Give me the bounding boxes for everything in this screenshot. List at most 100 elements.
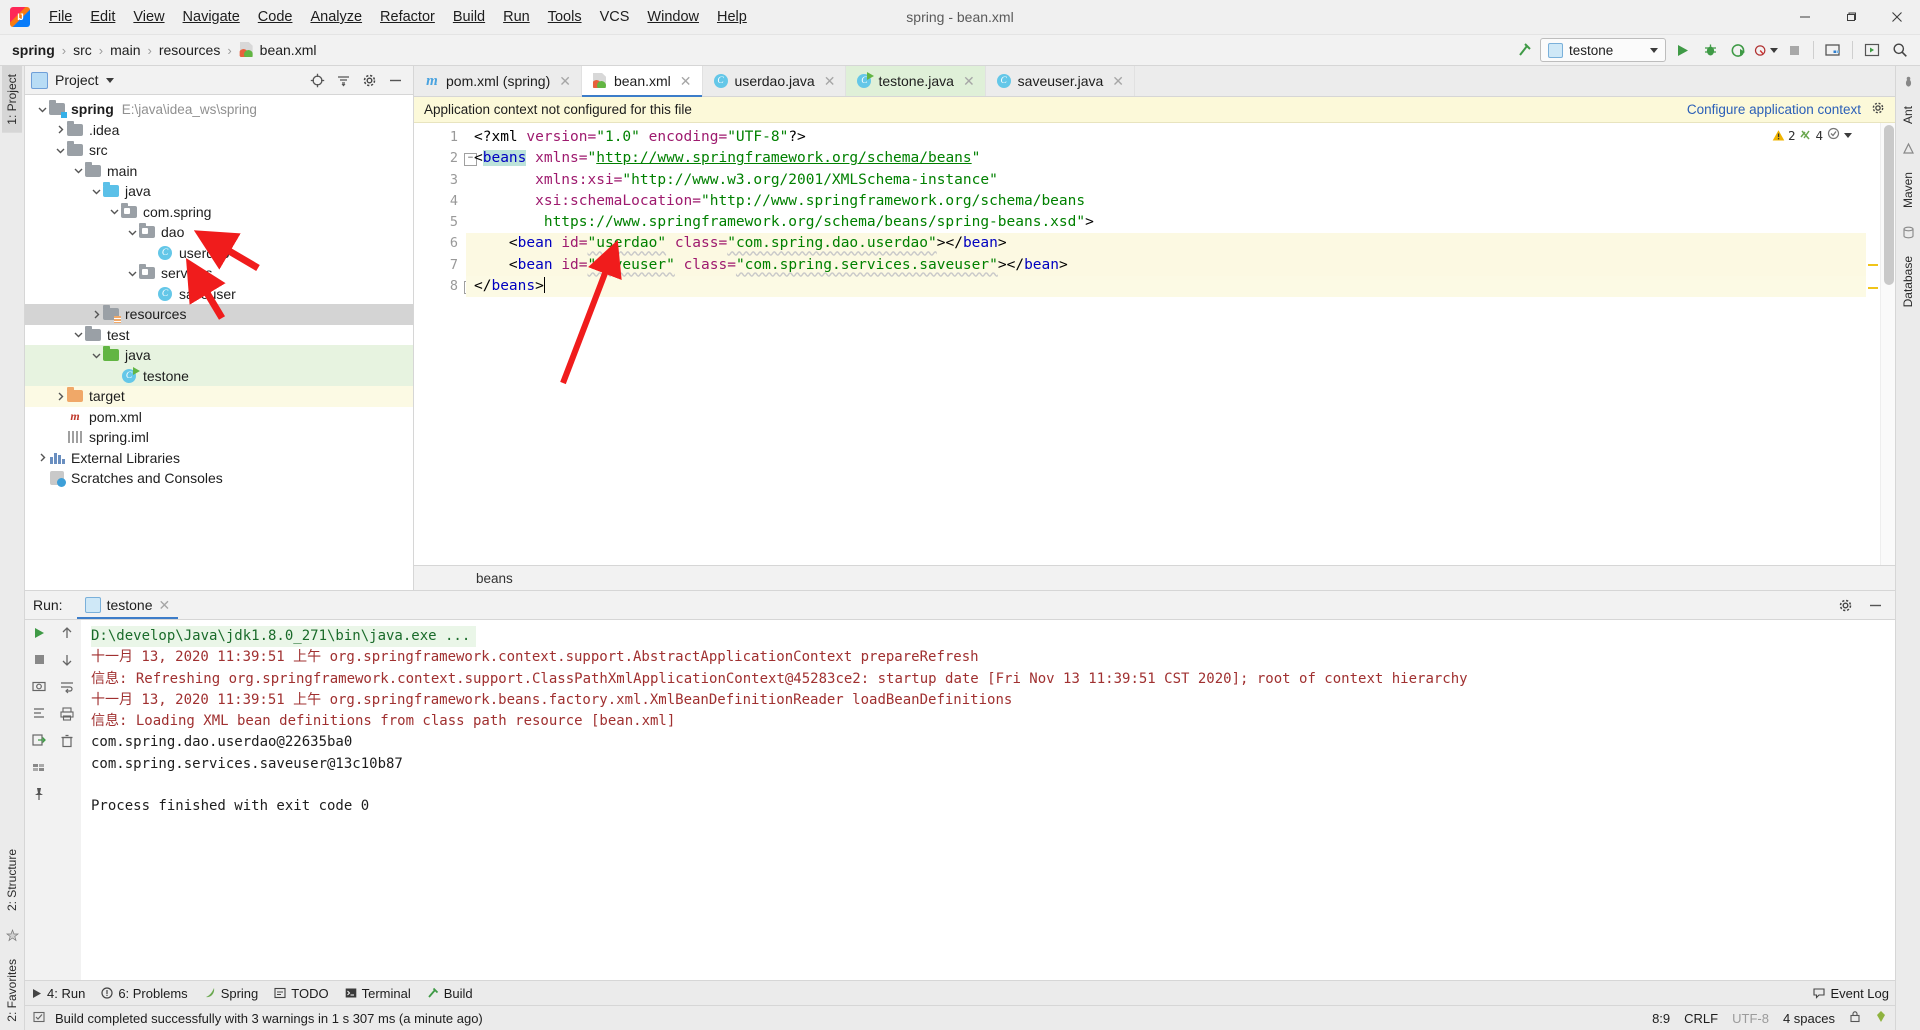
collapse-all-icon[interactable] [331, 68, 355, 92]
inspection-level-icon[interactable] [1875, 1010, 1887, 1026]
build-hammer-icon[interactable] [1512, 38, 1536, 62]
close-button[interactable] [1874, 0, 1920, 34]
favorites-star-icon[interactable] [2, 925, 22, 945]
menu-refactor[interactable]: Refactor [371, 5, 444, 29]
clear-all-trash-icon[interactable] [60, 734, 74, 751]
sidebar-tab-database[interactable]: Database [1898, 248, 1918, 315]
hide-run-window-icon[interactable] [1863, 593, 1887, 617]
editor-scrollbar[interactable] [1880, 123, 1895, 565]
run-settings-gear-icon[interactable] [1833, 593, 1857, 617]
chevron-down-icon[interactable] [1844, 133, 1852, 138]
rerun-button[interactable] [32, 626, 46, 643]
maven-icon[interactable] [1898, 138, 1918, 158]
chevron-down-icon[interactable] [35, 102, 49, 116]
tree-item-pom-xml[interactable]: m pom.xml [25, 407, 413, 428]
debug-button[interactable] [1698, 38, 1722, 62]
scrollbar-thumb[interactable] [1884, 125, 1894, 285]
minimize-button[interactable] [1782, 0, 1828, 34]
ant-icon[interactable] [1898, 72, 1918, 92]
tree-item-java[interactable]: java [25, 181, 413, 202]
chevron-down-icon[interactable] [89, 184, 103, 198]
menu-build[interactable]: Build [444, 5, 494, 29]
code-text[interactable]: <?xml version="1.0" encoding="UTF-8"?> <… [466, 123, 1866, 565]
line-separator[interactable]: CRLF [1684, 1011, 1718, 1026]
chevron-right-icon[interactable] [53, 123, 67, 137]
code-editor[interactable]: 1 2 − 3 4 5 6 7 8 <?xml version="1.0" en… [414, 123, 1895, 565]
breadcrumb-resources[interactable]: resources [155, 40, 224, 60]
profile-button[interactable] [1754, 38, 1778, 62]
tree-item-scratches-and-consoles[interactable]: Scratches and Consoles [25, 468, 413, 489]
camera-snapshot-icon[interactable] [32, 679, 46, 696]
event-log-button[interactable]: Event Log [1813, 986, 1889, 1001]
chevron-right-icon[interactable] [53, 389, 67, 403]
editor-tab-bar[interactable]: m pom.xml (spring) ✕ bean.xml ✕ Cuserdao.java… [414, 66, 1895, 97]
tool-button-spring[interactable]: Spring [204, 986, 258, 1001]
editor-tab-saveuser-java[interactable]: Csaveuser.java ✕ [986, 66, 1136, 96]
locate-target-icon[interactable] [305, 68, 329, 92]
sidebar-tab-favorites[interactable]: 2: Favorites [2, 951, 22, 1030]
chevron-down-icon[interactable] [125, 225, 139, 239]
tree-item-src[interactable]: src [25, 140, 413, 161]
hide-panel-icon[interactable] [383, 68, 407, 92]
breadcrumb-bean-xml[interactable]: bean.xml [235, 40, 321, 60]
run-with-coverage-button[interactable] [1726, 38, 1750, 62]
scroll-up-icon[interactable] [60, 626, 74, 643]
chevron-right-icon[interactable] [89, 307, 103, 321]
chevron-down-icon[interactable] [53, 143, 67, 157]
menu-navigate[interactable]: Navigate [174, 5, 249, 29]
tool-button-build[interactable]: Build [427, 986, 473, 1001]
warning-marker[interactable] [1868, 287, 1878, 289]
tool-button-problems[interactable]: 6: Problems [101, 986, 188, 1001]
database-icon[interactable] [1898, 222, 1918, 242]
indent-setting[interactable]: 4 spaces [1783, 1011, 1835, 1026]
print-icon[interactable] [60, 707, 74, 724]
project-panel-title[interactable]: Project [31, 71, 114, 89]
tree-item-services[interactable]: services [25, 263, 413, 284]
import-icon[interactable] [32, 733, 46, 750]
inspection-status-widget[interactable]: 2 4 [1772, 127, 1852, 144]
sidebar-tab-ant[interactable]: Ant [1898, 98, 1918, 132]
breadcrumb-src[interactable]: src [69, 40, 96, 60]
preferences-button[interactable] [1860, 38, 1884, 62]
menu-file[interactable]: File [40, 5, 81, 29]
tree-item-saveuser[interactable]: Csaveuser [25, 284, 413, 305]
project-tree[interactable]: spring E:\java\idea_ws\spring .idea src main… [25, 95, 413, 590]
editor-tab-close-icon[interactable]: ✕ [680, 73, 692, 90]
tree-item--idea[interactable]: .idea [25, 120, 413, 141]
chevron-down-icon[interactable] [89, 348, 103, 362]
stop-button[interactable] [1782, 38, 1806, 62]
tree-item-spring-iml[interactable]: spring.iml [25, 427, 413, 448]
chevron-down-icon[interactable] [71, 164, 85, 178]
tree-item-userdao[interactable]: Cuserdao [25, 243, 413, 264]
chevron-down-icon[interactable] [125, 266, 139, 280]
warning-marker[interactable] [1868, 264, 1878, 266]
chevron-down-icon[interactable] [71, 328, 85, 342]
editor-tab-close-icon[interactable]: ✕ [963, 73, 975, 90]
configure-application-context-link[interactable]: Configure application context [1687, 102, 1861, 117]
tree-item-external-libraries[interactable]: External Libraries [25, 448, 413, 469]
menu-vcs[interactable]: VCS [591, 5, 639, 29]
run-tab-close-icon[interactable]: ✕ [159, 597, 171, 614]
editor-tab-close-icon[interactable]: ✕ [824, 73, 836, 90]
tool-button-todo[interactable]: TODO [274, 986, 329, 1001]
tree-item-resources[interactable]: resources [25, 304, 413, 325]
warning-count-chip[interactable]: 2 [1772, 128, 1795, 143]
tree-item-test[interactable]: test [25, 325, 413, 346]
status-message[interactable]: Build completed successfully with 3 warn… [55, 1011, 483, 1026]
breadcrumb-main[interactable]: main [106, 40, 144, 60]
breadcrumb-spring[interactable]: spring [8, 40, 59, 60]
soft-wrap-icon[interactable] [60, 680, 74, 697]
stop-button[interactable] [33, 653, 46, 669]
pin-icon[interactable] [32, 787, 46, 804]
editor-tab-close-icon[interactable]: ✕ [559, 73, 571, 90]
tree-item-dao[interactable]: dao [25, 222, 413, 243]
lock-icon[interactable] [1849, 1010, 1861, 1026]
file-encoding[interactable]: UTF-8 [1732, 1011, 1769, 1026]
caret-position[interactable]: 8:9 [1652, 1011, 1670, 1026]
sidebar-tab-maven[interactable]: Maven [1898, 164, 1918, 216]
menu-code[interactable]: Code [249, 5, 302, 29]
sidebar-tab-project[interactable]: 1: Project [2, 66, 22, 133]
menu-edit[interactable]: Edit [81, 5, 124, 29]
notification-gear-icon[interactable] [1871, 101, 1885, 118]
maximize-button[interactable] [1828, 0, 1874, 34]
